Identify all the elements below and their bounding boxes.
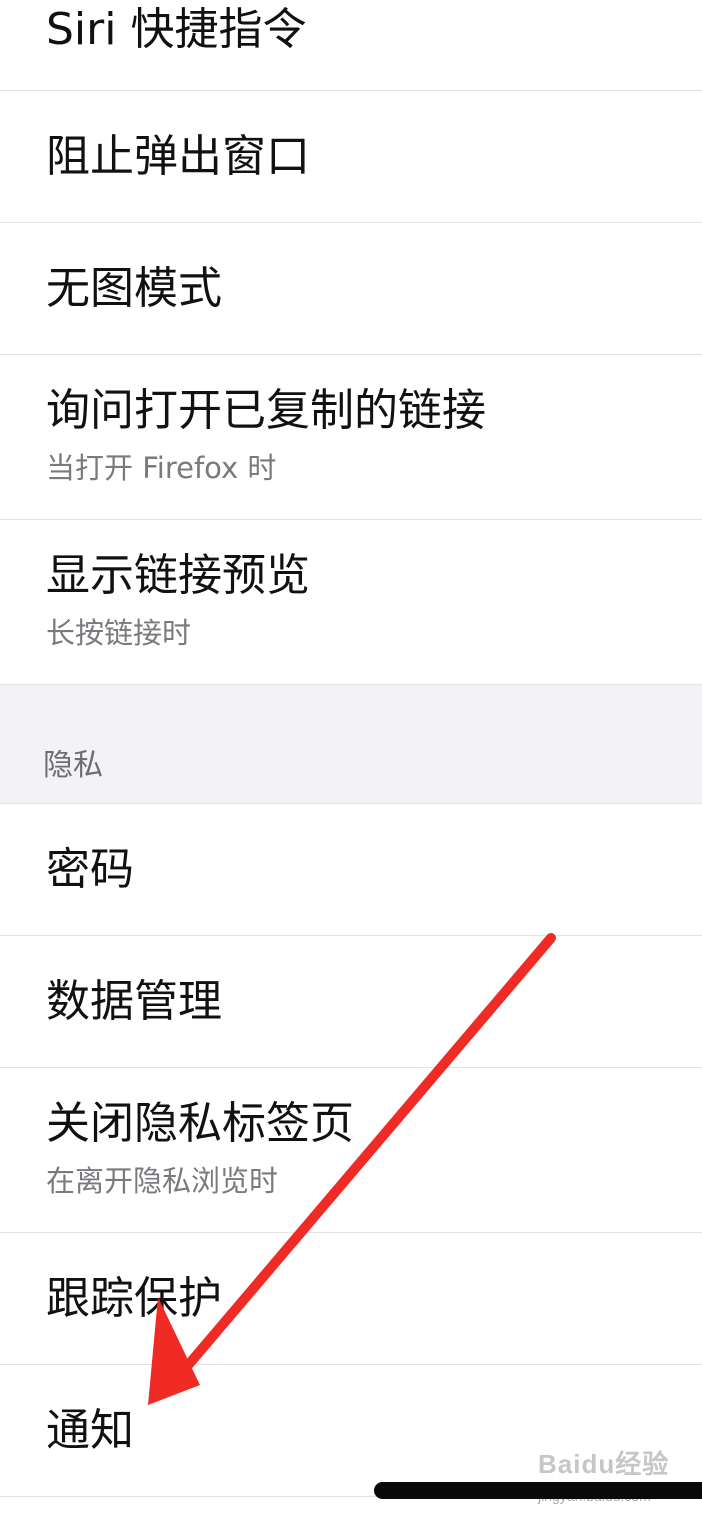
settings-item-passwords[interactable]: 密码 <box>0 804 702 936</box>
section-header-label: 隐私 <box>43 748 103 783</box>
settings-item-title: 密码 <box>46 844 134 895</box>
section-header-privacy: 隐私 <box>0 685 702 804</box>
watermark-logo-text: Baidu经验 <box>538 1449 670 1479</box>
settings-item-title: 跟踪保护 <box>46 1273 222 1324</box>
settings-item-title: 阻止弹出窗口 <box>46 131 310 182</box>
settings-item-subtitle: 在离开隐私浏览时 <box>46 1164 279 1198</box>
settings-item-link-previews[interactable]: 显示链接预览 长按链接时 <box>0 520 702 685</box>
settings-item-title: 询问打开已复制的链接 <box>46 385 486 436</box>
settings-item-tracking-protection[interactable]: 跟踪保护 <box>0 1233 702 1365</box>
settings-item-title: 数据管理 <box>46 976 222 1027</box>
settings-item-data-management[interactable]: 数据管理 <box>0 936 702 1068</box>
settings-item-title: 显示链接预览 <box>46 550 310 601</box>
settings-item-close-private-tabs[interactable]: 关闭隐私标签页 在离开隐私浏览时 <box>0 1068 702 1233</box>
settings-item-no-image-mode[interactable]: 无图模式 <box>0 223 702 355</box>
settings-item-title: 通知 <box>46 1405 134 1456</box>
settings-item-title: Siri 快捷指令 <box>46 4 307 55</box>
settings-item-title: 无图模式 <box>46 263 222 314</box>
settings-item-subtitle: 当打开 Firefox 时 <box>46 451 277 485</box>
settings-item-subtitle: 长按链接时 <box>46 616 192 650</box>
settings-item-siri-shortcuts[interactable]: Siri 快捷指令 <box>0 0 702 91</box>
settings-item-block-popups[interactable]: 阻止弹出窗口 <box>0 91 702 223</box>
settings-item-title: 关闭隐私标签页 <box>46 1098 354 1149</box>
settings-item-offer-copied-links[interactable]: 询问打开已复制的链接 当打开 Firefox 时 <box>0 355 702 520</box>
settings-list: Siri 快捷指令 阻止弹出窗口 无图模式 询问打开已复制的链接 当打开 Fir… <box>0 0 702 1497</box>
home-indicator[interactable] <box>374 1482 702 1499</box>
